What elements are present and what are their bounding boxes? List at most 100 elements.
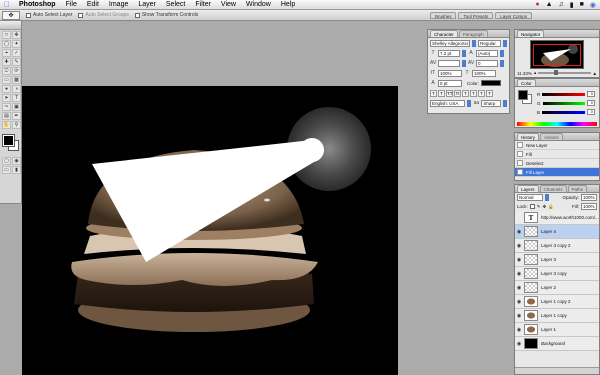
volume-icon[interactable]: ♫ [559, 1, 564, 8]
horizontal-scale-field[interactable]: 100% [472, 69, 496, 77]
font-style-field[interactable]: Regular [478, 39, 502, 47]
tab-paragraph[interactable]: Paragraph [458, 30, 488, 37]
fill-field[interactable]: 100% [581, 203, 597, 210]
layer-row[interactable]: Thttp://www.worth1000.com/... [515, 211, 599, 225]
tracking-dropdown-icon[interactable] [500, 59, 504, 67]
menu-select[interactable]: Select [161, 0, 190, 10]
history-item[interactable]: New Layer [515, 141, 599, 150]
text-color-swatch[interactable] [481, 80, 502, 86]
battery-icon[interactable]: ▮ [570, 1, 574, 9]
subscript-button[interactable]: T [470, 89, 477, 97]
history-brush-tool-icon[interactable]: ⟳ [12, 67, 21, 75]
layer-row-selected[interactable]: ◉ Layer 4 [515, 225, 599, 239]
shape-tool-icon[interactable]: ▣ [12, 103, 21, 111]
visibility-eye-icon[interactable]: ◉ [515, 299, 523, 305]
navigator-zoom-slider[interactable] [538, 70, 591, 75]
baseline-shift-field[interactable]: 0 pt [438, 79, 462, 87]
marquee-tool-icon[interactable]: □ [2, 31, 11, 39]
dodge-tool-icon[interactable]: ◑ [12, 85, 21, 93]
gradient-tool-icon[interactable]: ▩ [12, 76, 21, 84]
path-selection-tool-icon[interactable]: ➤ [2, 94, 11, 102]
well-tool-presets[interactable]: Tool Presets [458, 11, 494, 19]
layer-row[interactable]: ◉ Layer 3 [515, 253, 599, 267]
toolbox-header[interactable] [0, 21, 21, 30]
tab-channels[interactable]: Channels [539, 185, 567, 192]
color-spectrum-ramp[interactable] [517, 122, 597, 126]
visibility-eye-icon[interactable]: ◉ [515, 341, 523, 347]
foreground-color-swatch[interactable] [2, 134, 15, 147]
lock-transparency-checkbox[interactable] [529, 204, 535, 209]
layer-row[interactable]: ◉ Layer 1 [515, 323, 599, 337]
visibility-eye-icon[interactable]: ◉ [515, 313, 523, 319]
font-family-field[interactable]: Shelley AllegroScr... [430, 39, 471, 47]
language-field[interactable]: English: USA [430, 99, 466, 107]
blend-mode-dropdown-icon[interactable] [545, 194, 549, 201]
tab-layers[interactable]: Layers [517, 185, 539, 192]
layer-row[interactable]: ◉ Layer 3 copy 2 [515, 239, 599, 253]
history-item[interactable]: Fill [515, 150, 599, 159]
navigator-thumbnail[interactable] [530, 40, 584, 69]
show-transform-controls-checkbox[interactable] [134, 12, 140, 18]
color-g-value[interactable]: 0 [587, 100, 595, 106]
history-item-selected[interactable]: Fill Layer [515, 168, 599, 177]
menu-view[interactable]: View [216, 0, 241, 10]
color-r-slider[interactable] [542, 92, 585, 96]
layer-name[interactable]: Layer 1 copy 2 [541, 299, 571, 304]
visibility-eye-icon[interactable]: ◉ [515, 229, 523, 235]
faux-bold-button[interactable]: T [430, 89, 437, 97]
language-dropdown-icon[interactable] [467, 99, 472, 107]
lock-position-icon[interactable]: ✥ [543, 204, 547, 210]
layer-name[interactable]: Layer 1 copy [541, 313, 567, 318]
crop-tool-icon[interactable]: ⌖ [2, 49, 11, 57]
layer-row[interactable]: ◉ Layer 1 copy [515, 309, 599, 323]
leading-dropdown-icon[interactable] [500, 49, 504, 57]
menu-layer[interactable]: Layer [133, 0, 161, 10]
layer-row[interactable]: ◉ Layer 1 copy 2 [515, 295, 599, 309]
navigator-zoom-value[interactable]: 11.33% [517, 71, 532, 76]
navigator-view-box[interactable] [533, 44, 581, 66]
opacity-field[interactable]: 100% [581, 194, 597, 201]
layer-row[interactable]: ◉ Layer 3 copy [515, 267, 599, 281]
blend-mode-select[interactable]: Normal [517, 194, 543, 201]
layer-name[interactable]: Background [541, 341, 565, 346]
healing-brush-tool-icon[interactable]: ✚ [2, 58, 11, 66]
tab-character[interactable]: Character [430, 30, 458, 37]
blur-tool-icon[interactable]: ● [2, 85, 11, 93]
document-canvas[interactable] [22, 86, 398, 375]
font-size-field[interactable]: 7.2 pt [438, 49, 460, 57]
underline-button[interactable]: T [478, 89, 485, 97]
kerning-field[interactable] [438, 59, 460, 67]
apple-menu-icon[interactable]:  [0, 0, 14, 9]
zoom-out-icon[interactable]: ▴ [534, 70, 536, 76]
menu-image[interactable]: Image [104, 0, 133, 10]
user-icon[interactable]: ■ [580, 1, 584, 8]
lasso-tool-icon[interactable]: ◯ [2, 40, 11, 48]
hand-tool-icon[interactable]: ✋ [2, 121, 11, 129]
leading-field[interactable]: (Auto) [476, 49, 498, 57]
layer-name[interactable]: Layer 3 copy 2 [541, 243, 571, 248]
type-tool-icon[interactable]: T [12, 94, 21, 102]
tab-color[interactable]: Color [517, 79, 536, 86]
quick-mask-mode-icon[interactable]: ◉ [12, 157, 21, 165]
slice-tool-icon[interactable]: ✓ [12, 49, 21, 57]
menu-photoshop[interactable]: Photoshop [14, 0, 61, 10]
tab-history[interactable]: History [517, 133, 540, 140]
notes-tool-icon[interactable]: ▤ [2, 112, 11, 120]
tab-paths[interactable]: Paths [567, 185, 588, 192]
font-family-dropdown-icon[interactable] [472, 39, 477, 47]
clone-stamp-tool-icon[interactable]: ⎋ [2, 67, 11, 75]
tab-navigator[interactable]: Navigator [517, 30, 545, 37]
screen-mode-standard-icon[interactable]: ▭ [2, 166, 11, 174]
small-caps-button[interactable]: Tt [454, 89, 461, 97]
antialias-dropdown-icon[interactable] [503, 99, 507, 107]
layer-name[interactable]: Layer 1 [541, 327, 556, 332]
superscript-button[interactable]: T [462, 89, 469, 97]
move-tool-preset-icon[interactable]: ✥ [2, 10, 20, 20]
menu-file[interactable]: File [61, 0, 82, 10]
layer-name[interactable]: http://www.worth1000.com/... [541, 215, 599, 220]
layer-name[interactable]: Layer 3 copy [541, 271, 567, 276]
layer-name[interactable]: Layer 3 [541, 257, 556, 262]
color-r-value[interactable]: 0 [587, 91, 595, 97]
wireless-icon[interactable]: ▲ [546, 1, 553, 8]
layer-name[interactable]: Layer 2 [541, 285, 556, 290]
